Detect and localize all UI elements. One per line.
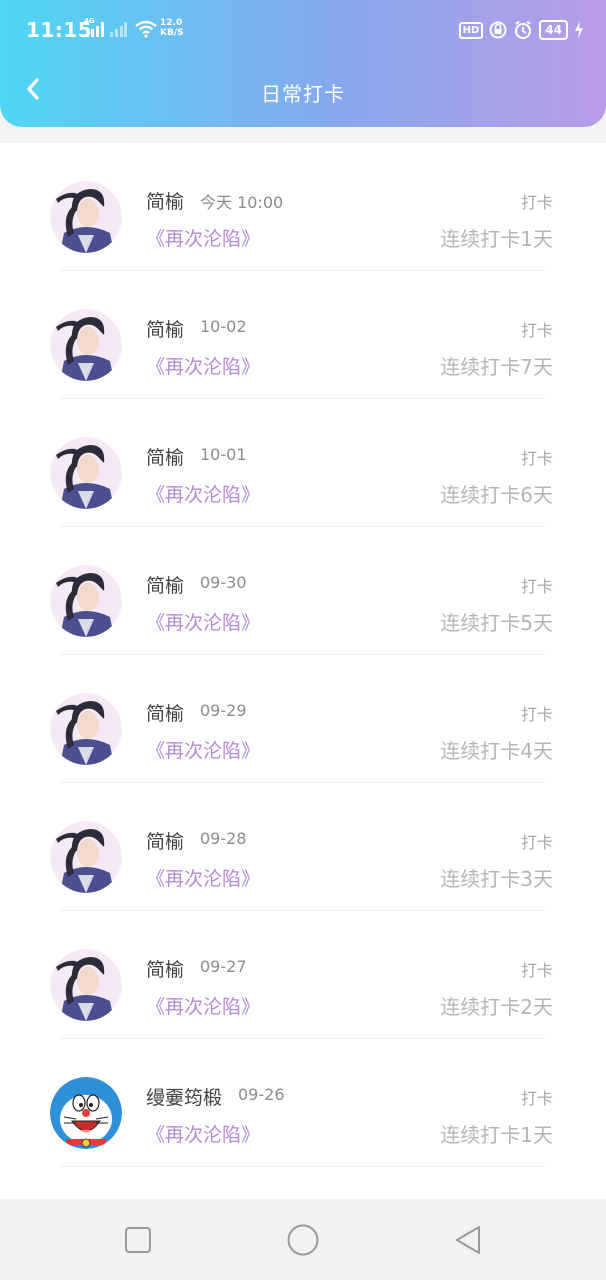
hd-label: HD [458,21,484,39]
doraemon-avatar[interactable] [50,1077,122,1149]
user-name[interactable]: 简榆 [146,699,184,726]
streak-count: 连续打卡3天 [440,867,553,891]
streak-count: 连续打卡1天 [440,1123,553,1147]
user-avatar[interactable] [50,181,122,253]
net-speed-unit: KB/S [160,28,184,38]
row-divider [60,1166,546,1167]
circle-icon[interactable] [286,1223,320,1257]
checkin-date: 09-28 [200,829,247,848]
checkin-date: 09-26 [238,1085,285,1104]
user-name[interactable]: 缦嫑筠椴 [146,1083,222,1110]
user-avatar[interactable] [50,309,122,381]
status-bar: 11:15 4G 12.0 KB/S HD 44 [0,0,606,62]
net-speed: 12.0 KB/S [160,18,184,38]
checkin-action-label: 打卡 [520,833,553,852]
checkin-row[interactable]: 缦嫑筠椴 09-26 《再次沦陷》 打卡连续打卡1天 [0,1039,606,1167]
streak-count: 连续打卡5天 [440,611,553,635]
wifi-icon [135,20,157,38]
checkin-date: 09-27 [200,957,247,976]
status-right-group: HD 44 [458,20,584,40]
checkin-date: 今天 10:00 [200,193,284,212]
checkin-action-label: 打卡 [520,321,553,340]
user-name[interactable]: 简榆 [146,955,184,982]
topic-link[interactable]: 《再次沦陷》 [146,352,260,379]
checkin-row[interactable]: 简榆 10-02 《再次沦陷》 打卡连续打卡7天 [0,271,606,399]
system-nav-bar [0,1199,606,1280]
network-type-label: 4G [84,17,95,25]
user-avatar[interactable] [50,693,122,765]
user-name[interactable]: 简榆 [146,187,184,214]
checkin-action-label: 打卡 [520,705,553,724]
topic-link[interactable]: 《再次沦陷》 [146,992,260,1019]
checkin-row[interactable]: 简榆 09-29 《再次沦陷》 打卡连续打卡4天 [0,655,606,783]
user-name[interactable]: 简榆 [146,827,184,854]
checkin-date: 10-02 [200,317,247,336]
checkin-row[interactable]: 简榆 今天 10:00 《再次沦陷》 打卡连续打卡1天 [0,143,606,271]
topic-link[interactable]: 《再次沦陷》 [146,480,260,507]
streak-count: 连续打卡4天 [440,739,553,763]
user-name[interactable]: 简榆 [146,315,184,342]
user-avatar[interactable] [50,565,122,637]
checkin-date: 09-30 [200,573,247,592]
status-time: 11:15 [26,18,93,42]
topic-link[interactable]: 《再次沦陷》 [146,608,260,635]
checkin-list: 简榆 今天 10:00 《再次沦陷》 打卡 连续打卡1天 简榆 10-02 《再次沦陷》 打卡连… [0,143,606,1199]
checkin-action-label: 打卡 [520,449,553,468]
streak-count: 连续打卡6天 [440,483,553,507]
user-name[interactable]: 简榆 [146,443,184,470]
topic-link[interactable]: 《再次沦陷》 [146,736,260,763]
checkin-action-label: 打卡 [520,1089,553,1108]
user-avatar[interactable] [50,821,122,893]
topic-link[interactable]: 《再次沦陷》 [146,864,260,891]
mobile-signal-2-icon [110,22,127,37]
checkin-action-label: 打卡 [520,577,553,596]
app-header: 11:15 4G 12.0 KB/S HD 44 日常打卡 [0,0,606,127]
checkin-row[interactable]: 简榆 09-27 《再次沦陷》 打卡连续打卡2天 [0,911,606,1039]
user-avatar[interactable] [50,949,122,1021]
lock-rotation-icon [489,21,507,39]
checkin-action-label: 打卡 [520,961,553,980]
charging-icon [575,21,583,39]
topic-link[interactable]: 《再次沦陷》 [146,1120,260,1147]
battery-indicator: 44 [539,20,568,40]
streak-count: 连续打卡2天 [440,995,553,1019]
checkin-row[interactable]: 简榆 09-30 《再次沦陷》 打卡连续打卡5天 [0,527,606,655]
net-speed-value: 12.0 [160,18,183,28]
checkin-date: 10-01 [200,445,247,464]
user-name[interactable]: 简榆 [146,571,184,598]
checkin-action-label: 打卡 [520,193,553,212]
page-title: 日常打卡 [261,82,345,106]
streak-count: 连续打卡7天 [440,355,553,379]
alarm-icon [515,20,532,39]
triangle-back-icon[interactable] [451,1223,485,1257]
checkin-date: 09-29 [200,701,247,720]
square-icon[interactable] [121,1223,155,1257]
streak-count: 连续打卡1天 [440,227,553,251]
checkin-row[interactable]: 简榆 10-01 《再次沦陷》 打卡连续打卡6天 [0,399,606,527]
checkin-row[interactable]: 简榆 09-28 《再次沦陷》 打卡连续打卡3天 [0,783,606,911]
user-avatar[interactable] [50,437,122,509]
topic-link[interactable]: 《再次沦陷》 [146,224,260,251]
